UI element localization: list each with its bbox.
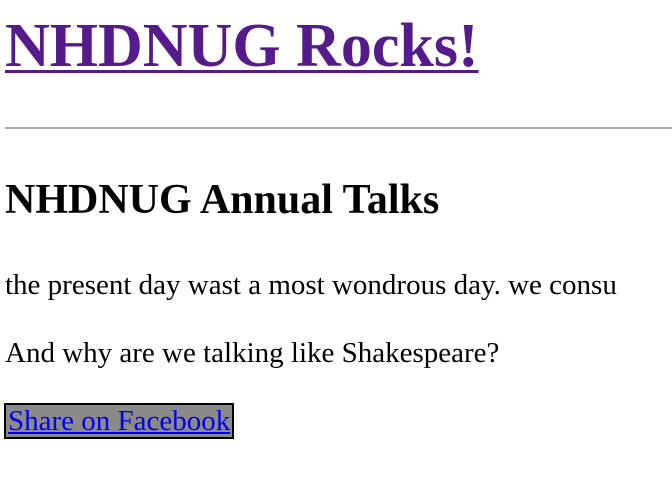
post-title: NHDNUG Annual Talks <box>5 177 440 223</box>
site-title-link[interactable]: NHDNUG Rocks! <box>5 12 479 80</box>
post-paragraph: the present day wast a most wondrous day… <box>5 269 617 301</box>
share-facebook-link[interactable]: Share on Facebook <box>8 405 230 437</box>
post-paragraph: And why are we talking like Shakespeare? <box>5 337 500 369</box>
site-title: NHDNUG Rocks! <box>5 10 479 82</box>
share-facebook-button[interactable]: Share on Facebook <box>4 403 235 439</box>
header-divider <box>5 127 672 129</box>
